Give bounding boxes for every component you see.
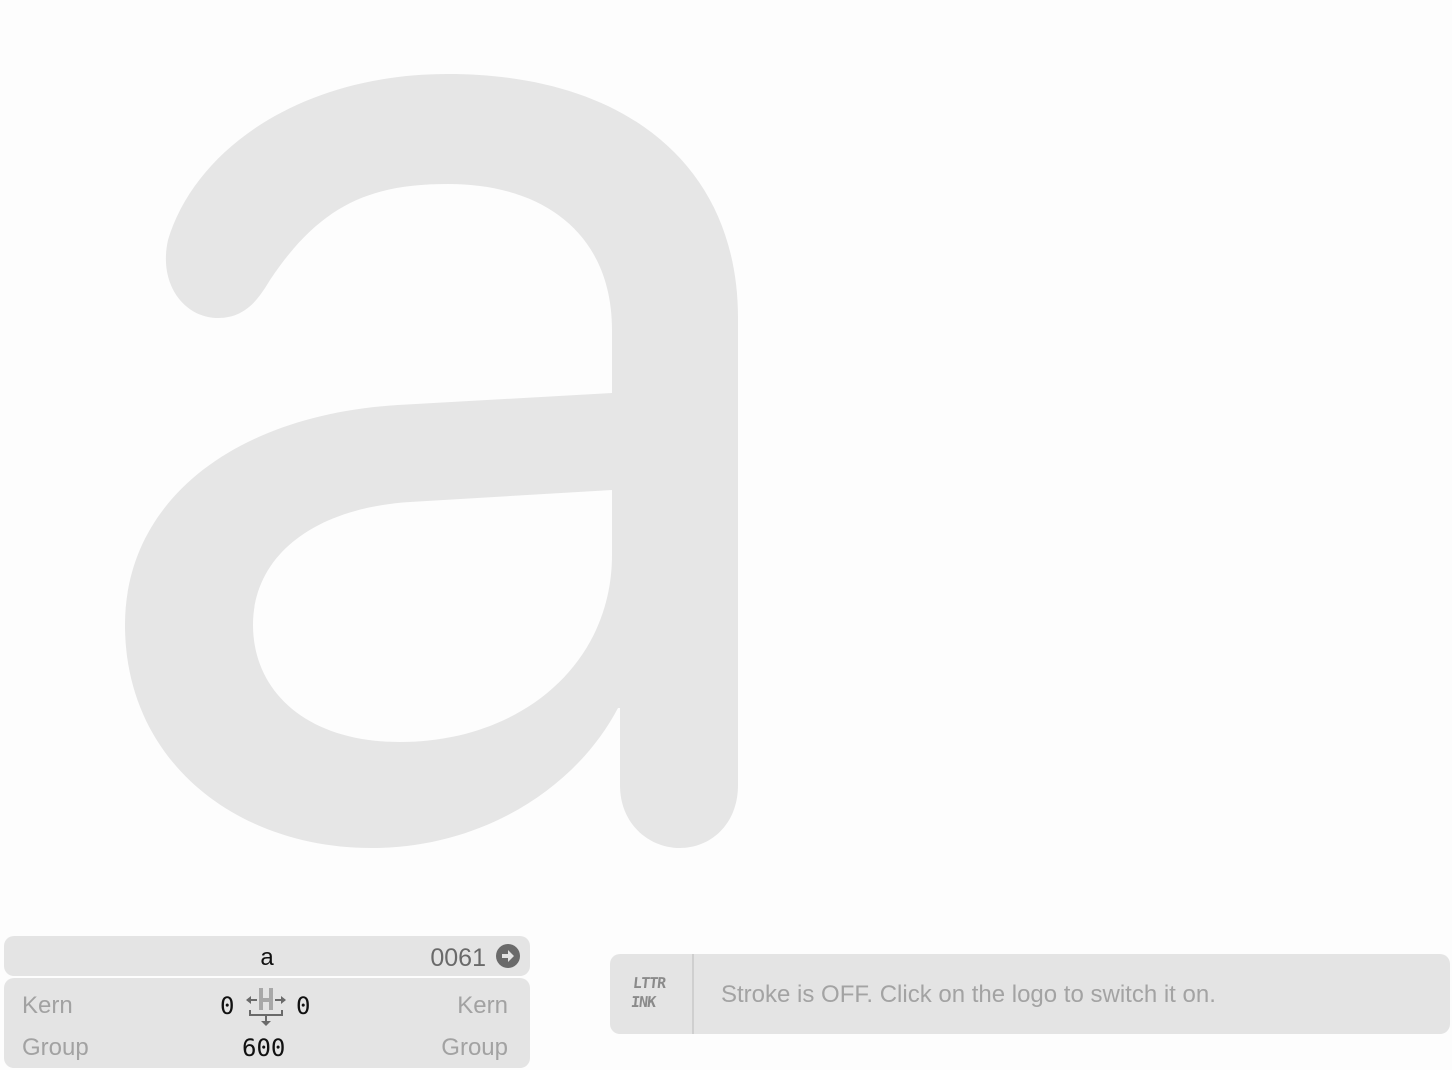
glyph-outline (125, 74, 738, 848)
stroke-status-bar: LTTR INK Stroke is OFF. Click on the log… (610, 954, 1450, 1034)
right-group-label[interactable]: Group (441, 1034, 508, 1062)
glyph-canvas (0, 0, 1452, 930)
glyph-unicode: 0061 (430, 944, 486, 972)
right-sidebearing-value[interactable]: 0 (296, 992, 310, 1020)
arrow-right-circle-icon[interactable] (496, 944, 520, 968)
logo-icon[interactable]: LTTR INK (630, 974, 674, 1012)
glyph-info-header: a 0061 (4, 936, 530, 976)
left-sidebearing-value[interactable]: 0 (220, 992, 234, 1020)
metrics-panel: Kern Kern Group Group 0 0 600 (4, 978, 530, 1068)
sidebearing-width-icon (244, 984, 288, 1028)
left-group-label[interactable]: Group (22, 1034, 89, 1062)
glyph-shape (125, 74, 738, 848)
left-kern-label[interactable]: Kern (22, 992, 73, 1020)
stroke-status-message: Stroke is OFF. Click on the logo to swit… (721, 981, 1216, 1008)
right-kern-label[interactable]: Kern (457, 992, 508, 1020)
advance-width-value[interactable]: 600 (242, 1034, 285, 1062)
stroke-toggle-logo[interactable]: LTTR INK (610, 954, 694, 1034)
